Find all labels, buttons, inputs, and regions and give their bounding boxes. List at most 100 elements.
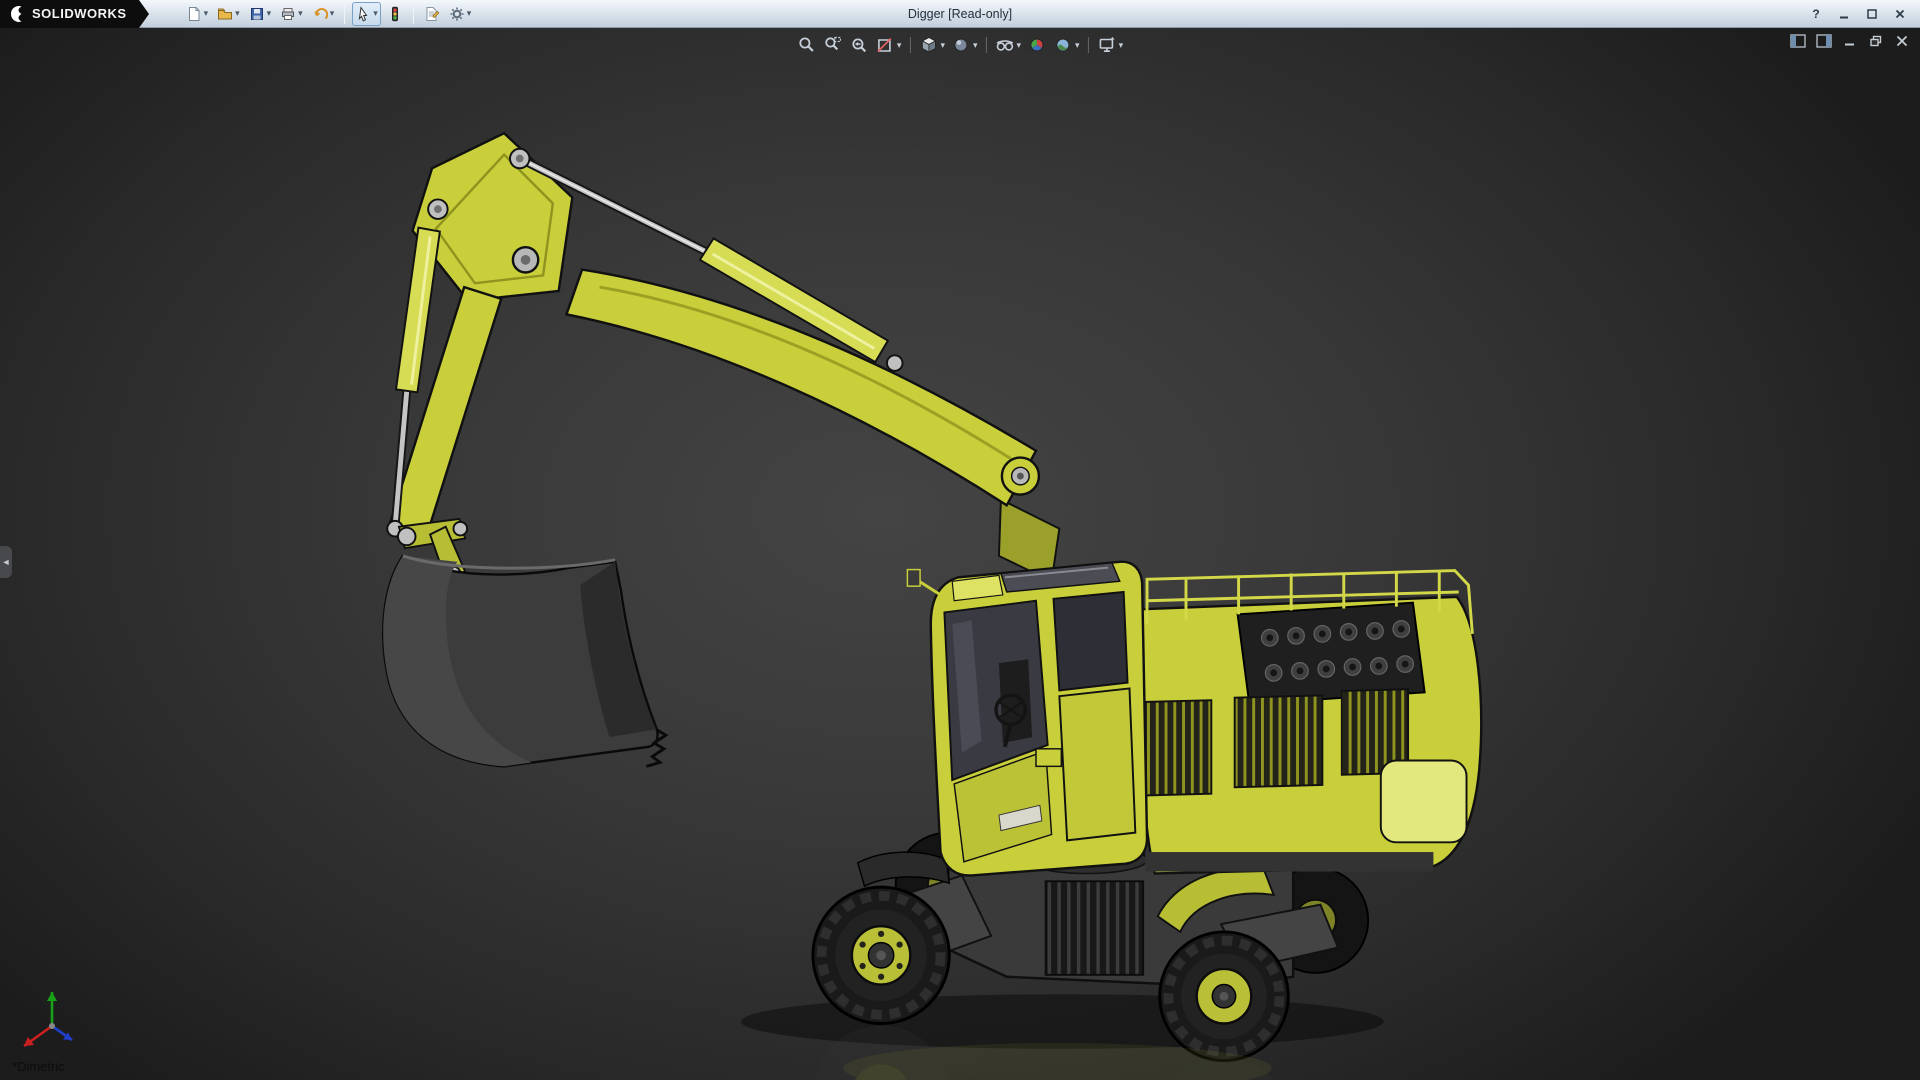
- bucket[interactable]: [381, 554, 669, 768]
- minimize-document-button[interactable]: [1840, 32, 1860, 50]
- cab[interactable]: [906, 560, 1149, 877]
- previous-view-button[interactable]: [847, 33, 871, 57]
- display-pane-button[interactable]: [1814, 32, 1834, 50]
- logo-notch: [138, 0, 149, 28]
- digger-3d-model[interactable]: [0, 28, 1920, 1080]
- headsup-separator: [985, 37, 987, 53]
- dropdown-arrow-icon[interactable]: ▾: [973, 40, 978, 50]
- close-icon: [1895, 9, 1905, 18]
- close-document-button[interactable]: [1892, 32, 1912, 50]
- open-folder-icon: [218, 8, 233, 19]
- dropdown-arrow-icon[interactable]: ▾: [204, 9, 209, 18]
- appearance-ball-icon: [1030, 38, 1044, 52]
- printer-icon: [282, 7, 295, 20]
- options-button[interactable]: ▾: [446, 2, 475, 26]
- dassault-3ds-icon: [11, 5, 22, 22]
- restore-icon: [1870, 35, 1882, 47]
- close-icon: [1896, 35, 1908, 47]
- document-window-controls: [1788, 32, 1912, 50]
- dropdown-arrow-icon[interactable]: ▾: [940, 40, 945, 50]
- body-underside: [1145, 852, 1434, 872]
- dropdown-arrow-icon[interactable]: ▾: [1075, 40, 1080, 50]
- seat: [998, 659, 1033, 743]
- previous-view-icon: [852, 38, 867, 53]
- standard-toolbar: ▾ ▾ ▾ ▾ ▾ ▾ ▾: [183, 0, 475, 28]
- display-style-icon: [954, 38, 968, 52]
- boom-assembly[interactable]: [386, 131, 1061, 583]
- help-button[interactable]: ?: [1804, 5, 1828, 23]
- close-button[interactable]: [1888, 5, 1912, 23]
- rebuild-button[interactable]: [384, 2, 406, 26]
- minimize-icon: [1845, 43, 1854, 46]
- zoom-area-icon: [825, 36, 842, 51]
- view-settings-icon: [1099, 37, 1114, 52]
- orientation-label: *Dimetric: [12, 1059, 65, 1074]
- panel-collapse-tab[interactable]: ◄: [0, 546, 12, 578]
- hide-show-items-button[interactable]: ▾: [993, 33, 1024, 57]
- dropdown-arrow-icon[interactable]: ▾: [267, 9, 272, 18]
- minimize-button[interactable]: [1832, 5, 1856, 23]
- display-style-button[interactable]: ▾: [949, 33, 980, 57]
- zoom-to-area-button[interactable]: [821, 33, 845, 57]
- select-button[interactable]: ▾: [352, 1, 381, 26]
- side-window-glass: [1052, 590, 1129, 692]
- undo-arrow-icon: [313, 7, 328, 19]
- new-document-button[interactable]: ▾: [183, 2, 212, 26]
- toolbar-separator: [412, 3, 414, 24]
- view-settings-button[interactable]: ▾: [1095, 33, 1126, 57]
- front-wheel[interactable]: [811, 885, 951, 1025]
- zoom-to-fit-button[interactable]: [795, 33, 819, 57]
- solidworks-window: SOLIDWORKS ▾ ▾ ▾ ▾ ▾ ▾ ▾ Digger [Read-on…: [0, 0, 1920, 1080]
- reference-triad: [23, 992, 73, 1048]
- heads-up-toolbar: ▾ ▾ ▾ ▾ ▾ ▾: [795, 33, 1125, 57]
- options-gear-icon: [450, 7, 464, 20]
- rebuild-stoplight-icon: [391, 6, 398, 21]
- dropdown-arrow-icon[interactable]: ▾: [897, 40, 902, 50]
- headsup-separator: [909, 37, 911, 53]
- undo-button[interactable]: ▾: [309, 2, 338, 26]
- window-controls: ?: [1804, 5, 1920, 23]
- open-button[interactable]: ▾: [214, 2, 243, 26]
- dropdown-arrow-icon[interactable]: ▾: [1017, 40, 1022, 50]
- solidworks-logo: SOLIDWORKS: [0, 0, 139, 28]
- section-view-icon: [877, 37, 892, 53]
- dropdown-arrow-icon[interactable]: ▾: [298, 9, 303, 18]
- section-view-button[interactable]: ▾: [873, 33, 904, 57]
- dropdown-arrow-icon[interactable]: ▾: [1119, 40, 1124, 50]
- select-cursor-icon: [358, 5, 368, 21]
- scene-sphere-icon: [1056, 38, 1070, 52]
- graphics-viewport[interactable]: ▾ ▾ ▾ ▾ ▾ ▾ ◄ *Dimetric: [0, 28, 1920, 1080]
- counterweight-panel: [1379, 759, 1468, 844]
- restore-document-button[interactable]: [1866, 32, 1886, 50]
- cab-door: [1058, 687, 1137, 842]
- display-pane-icon: [1816, 34, 1832, 48]
- minimize-icon: [1840, 16, 1848, 18]
- save-floppy-icon: [250, 7, 263, 20]
- maximize-icon: [1867, 8, 1877, 19]
- dropdown-arrow-icon[interactable]: ▾: [235, 9, 240, 18]
- wing-mirror: [906, 568, 921, 587]
- apply-scene-button[interactable]: ▾: [1051, 33, 1082, 57]
- dropdown-arrow-icon[interactable]: ▾: [467, 9, 472, 18]
- feature-manager-pane-button[interactable]: [1788, 32, 1808, 50]
- edit-appearance-button[interactable]: [1025, 33, 1049, 57]
- save-button[interactable]: ▾: [246, 2, 275, 26]
- view-orientation-button[interactable]: ▾: [916, 33, 947, 57]
- body-housing[interactable]: [1133, 569, 1483, 875]
- view-cube-icon: [921, 37, 936, 53]
- new-document-icon: [188, 6, 200, 21]
- print-button[interactable]: ▾: [277, 2, 306, 26]
- feature-pane-icon: [1790, 34, 1806, 48]
- toolbar-separator: [344, 3, 346, 24]
- brand-text: SOLIDWORKS: [32, 6, 127, 21]
- headsup-separator: [1087, 37, 1089, 53]
- document-title: Digger [Read-only]: [907, 6, 1013, 21]
- glasses-icon: [996, 40, 1013, 51]
- file-properties-button[interactable]: [421, 2, 443, 26]
- dropdown-arrow-icon[interactable]: ▾: [330, 9, 335, 18]
- maximize-button[interactable]: [1860, 5, 1884, 23]
- rear-wheel[interactable]: [1158, 930, 1290, 1062]
- title-bar: SOLIDWORKS ▾ ▾ ▾ ▾ ▾ ▾ ▾ Digger [Read-on…: [0, 0, 1920, 28]
- dropdown-arrow-icon[interactable]: ▾: [373, 9, 378, 18]
- zoom-fit-icon: [799, 37, 814, 52]
